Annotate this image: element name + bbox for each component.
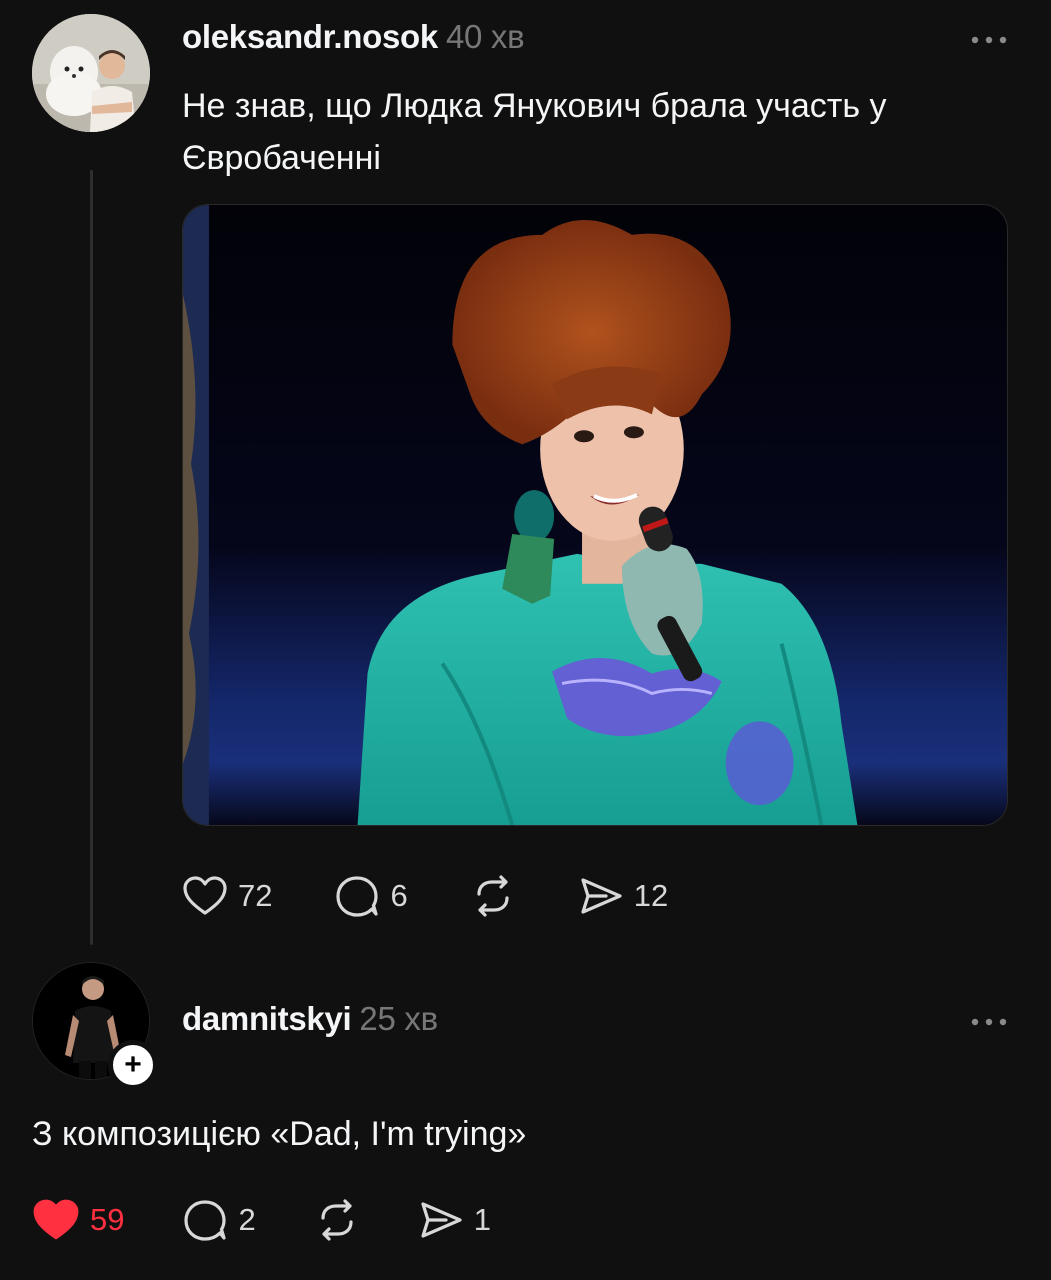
post-actions: 72 6 12 — [182, 870, 730, 922]
post-image[interactable] — [182, 204, 1008, 826]
send-icon — [581, 878, 622, 914]
post-text: З композицією «Dad, I'm trying» — [32, 1115, 527, 1153]
thread-connector-line — [90, 170, 93, 945]
avatar-oleksandr-nosok[interactable] — [32, 14, 150, 132]
like-count: 72 — [238, 878, 273, 913]
more-icon[interactable] — [969, 1008, 1009, 1028]
follow-button[interactable]: + — [108, 1040, 158, 1090]
comment-icon — [336, 876, 379, 917]
username[interactable]: damnitskyi — [182, 1000, 352, 1037]
post-actions: 59 2 1 — [32, 1194, 549, 1246]
username[interactable]: oleksandr.nosok — [182, 18, 438, 55]
share-count: 1 — [473, 1202, 491, 1237]
repost-button[interactable] — [314, 1198, 360, 1242]
comment-button[interactable]: 6 — [334, 874, 408, 918]
post-text: Не знав, що Людка Янукович брала участь … — [182, 87, 887, 177]
share-count: 12 — [633, 878, 669, 913]
like-button[interactable]: 72 — [182, 875, 272, 917]
share-button[interactable]: 12 — [578, 874, 668, 918]
post-header: damnitskyi 25 хв — [182, 1000, 438, 1038]
post-header: oleksandr.nosok 40 хв — [182, 18, 525, 56]
repost-icon — [477, 875, 509, 917]
like-button[interactable]: 59 — [32, 1198, 124, 1242]
comment-count: 2 — [238, 1202, 256, 1237]
heart-icon — [183, 876, 227, 915]
like-count: 59 — [90, 1202, 125, 1237]
repost-icon — [321, 1199, 353, 1241]
timestamp: 40 хв — [445, 18, 525, 55]
more-icon[interactable] — [969, 26, 1009, 46]
comment-count: 6 — [390, 878, 408, 913]
comment-button[interactable]: 2 — [182, 1198, 256, 1242]
share-button[interactable]: 1 — [418, 1198, 491, 1242]
heart-icon — [33, 1199, 79, 1240]
send-icon — [421, 1202, 462, 1238]
timestamp: 25 хв — [359, 1000, 438, 1037]
plus-icon: + — [124, 1048, 142, 1081]
threads-feed: oleksandr.nosok 40 хв Не знав, що Людка Я… — [0, 0, 1051, 1280]
comment-icon — [184, 1200, 227, 1241]
repost-button[interactable] — [470, 874, 516, 918]
